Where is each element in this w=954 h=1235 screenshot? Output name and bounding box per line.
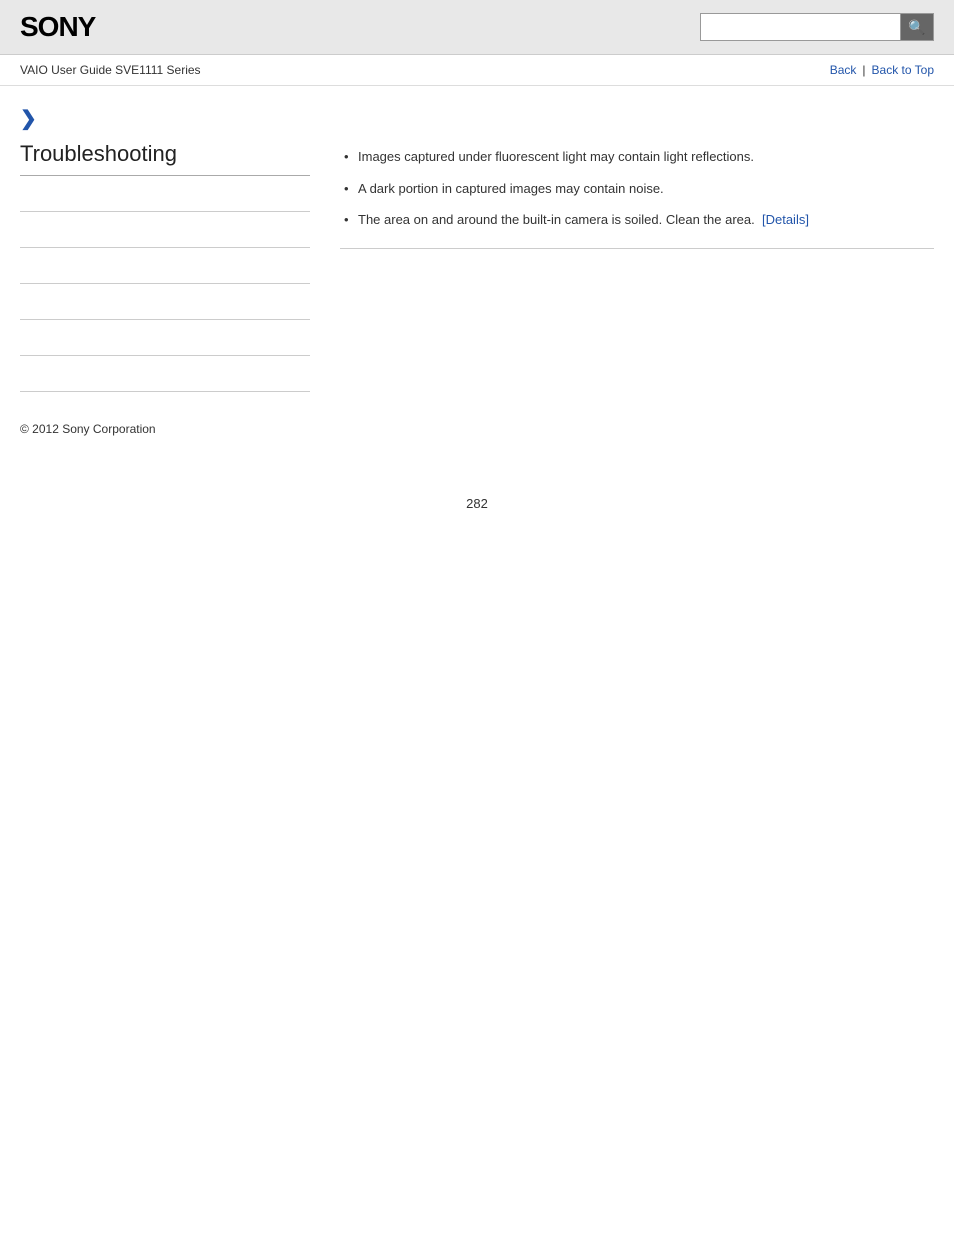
back-to-top-link[interactable]: Back to Top [872,63,934,77]
list-item[interactable] [20,248,310,284]
breadcrumb-divider: | [862,63,865,77]
list-item: Images captured under fluorescent light … [340,141,934,173]
section-title: Troubleshooting [20,141,310,167]
bullet-text-3: The area on and around the built-in came… [358,212,755,227]
page-number: 282 [0,496,954,511]
back-link[interactable]: Back [830,63,857,77]
search-input[interactable] [700,13,900,41]
header: SONY 🔍 [0,0,954,55]
breadcrumb-right: Back | Back to Top [830,63,934,77]
list-item[interactable] [20,212,310,248]
chevron-icon: ❯ [20,106,934,131]
list-item[interactable] [20,320,310,356]
bullet-text-1: Images captured under fluorescent light … [358,149,754,164]
right-content-divider [340,248,934,249]
two-col-layout: Troubleshooting © 2012 Sony Corporation … [20,141,934,436]
sony-logo: SONY [20,11,95,43]
footer-copyright: © 2012 Sony Corporation [20,422,310,436]
list-item[interactable] [20,356,310,392]
breadcrumb-left: VAIO User Guide SVE1111 Series [20,63,201,77]
details-link[interactable]: [Details] [762,212,809,227]
list-item: A dark portion in captured images may co… [340,173,934,205]
breadcrumb-bar: VAIO User Guide SVE1111 Series Back | Ba… [0,55,954,86]
main-content: ❯ Troubleshooting © 2012 Sony Corporatio… [0,86,954,456]
search-button[interactable]: 🔍 [900,13,934,41]
search-icon: 🔍 [908,19,925,36]
search-area: 🔍 [700,13,934,41]
right-content: Images captured under fluorescent light … [340,141,934,436]
list-item[interactable] [20,284,310,320]
bullet-text-2: A dark portion in captured images may co… [358,181,664,196]
list-item: The area on and around the built-in came… [340,204,934,236]
bullet-list: Images captured under fluorescent light … [340,141,934,236]
list-item[interactable] [20,176,310,212]
left-sidebar: Troubleshooting © 2012 Sony Corporation [20,141,310,436]
